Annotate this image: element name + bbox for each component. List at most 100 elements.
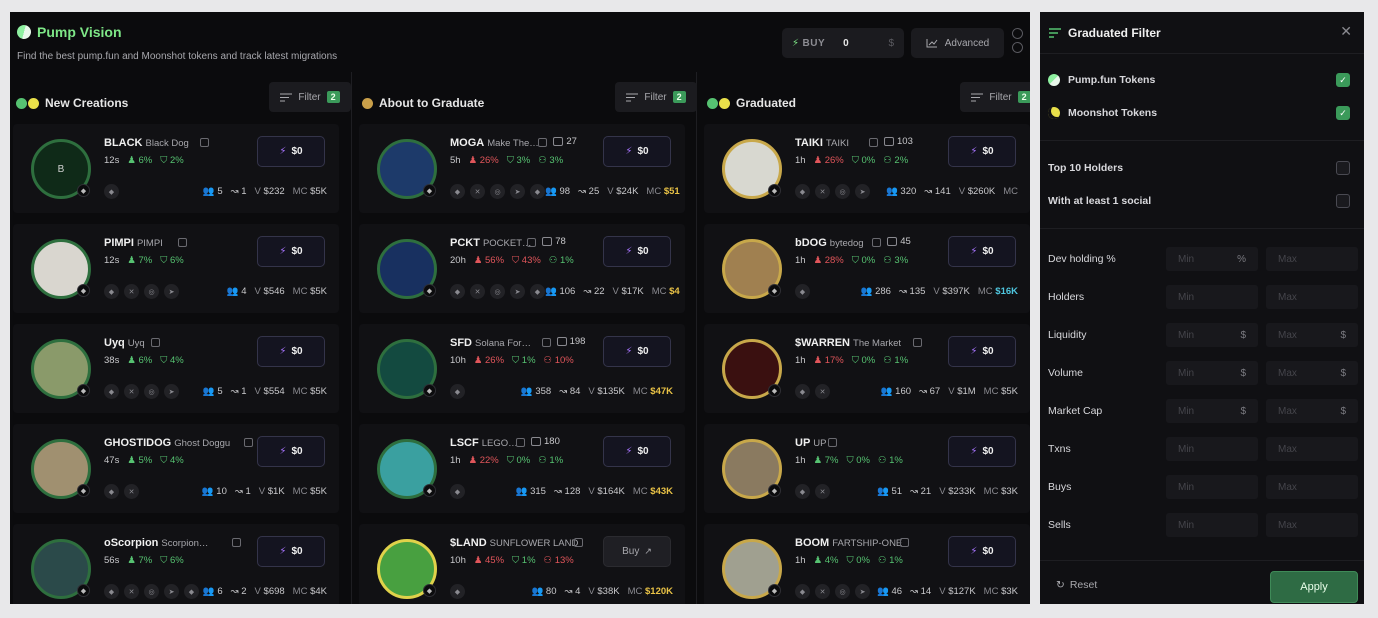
column-filter-button[interactable]: Filter 2 [615,82,697,112]
x-icon[interactable]: ✕ [124,584,139,599]
apply-button[interactable]: Apply [1270,571,1358,603]
range-min-input[interactable]: Min $ [1166,361,1258,385]
info-icon[interactable] [1012,42,1023,53]
token-card[interactable]: ◆ TAIKI TAIKI 103 1h ♟ 26% ⛉ 0% ⚇ 2% ◆ ✕ ◎ ➤… [704,124,1030,213]
quick-buy-button[interactable]: ⚡ $0 [603,236,671,267]
token-ticker[interactable]: MOGA Make The… [450,137,539,149]
token-ticker[interactable]: PCKT POCKET… [450,237,532,249]
range-min-input[interactable]: Min [1166,513,1258,537]
token-card[interactable]: ◆ LSCF LEGO… 180 1h ♟ 22% ⛉ 0% ⚇ 1% ◆ 👥 3… [359,424,685,513]
pump-icon[interactable]: ◆ [450,584,465,599]
x-icon[interactable]: ✕ [124,484,139,499]
quick-buy-button[interactable]: ⚡ $0 [948,136,1016,167]
token-ticker[interactable]: GHOSTIDOG Ghost Doggu [104,437,230,449]
telegram-icon[interactable]: ➤ [510,284,525,299]
top10-option[interactable]: Top 10 Holders [1048,158,1356,178]
quick-buy-button[interactable]: ⚡ $0 [603,436,671,467]
x-icon[interactable]: ✕ [815,584,830,599]
token-card[interactable]: ◆ MOGA Make The… 27 5h ♟ 26% ⛉ 3% ⚇ 3% ◆ ✕… [359,124,685,213]
quick-buy-button[interactable]: ⚡ $0 [257,136,325,167]
token-ticker[interactable]: BOOM FARTSHIP-ONE [795,537,902,549]
copy-icon[interactable] [913,338,922,347]
x-icon[interactable]: ✕ [470,284,485,299]
token-card[interactable]: ◆ $WARREN The Market 1h ♟ 17% ⛉ 0% ⚇ 1% ◆… [704,324,1030,413]
moonshot-tokens-option[interactable]: Moonshot Tokens ✓ [1048,103,1356,123]
copy-icon[interactable] [541,338,551,347]
token-ticker[interactable]: PIMPI PIMPI [104,237,163,249]
x-icon[interactable]: ✕ [815,384,830,399]
quick-buy-button[interactable]: ⚡ $0 [948,536,1016,567]
social-option[interactable]: With at least 1 social [1048,191,1356,211]
token-ticker[interactable]: SFD Solana For… [450,337,531,349]
x-icon[interactable]: ✕ [470,184,485,199]
quick-buy-button[interactable]: ⚡ $0 [257,536,325,567]
range-max-input[interactable]: Max [1266,285,1358,309]
pump-icon[interactable]: ◆ [795,384,810,399]
token-ticker[interactable]: $WARREN The Market [795,337,901,349]
x-icon[interactable]: ✕ [124,384,139,399]
website-icon[interactable]: ◎ [144,384,159,399]
quick-buy-button[interactable]: ⚡ $0 [948,336,1016,367]
pump-icon[interactable]: ◆ [450,384,465,399]
copy-icon[interactable] [869,138,878,147]
quick-buy-button[interactable]: ⚡ $0 [257,236,325,267]
copy-icon[interactable] [178,238,187,247]
range-max-input[interactable]: Max [1266,513,1358,537]
quick-buy-button[interactable]: ⚡ $0 [257,436,325,467]
pump-icon[interactable]: ◆ [795,284,810,299]
token-card[interactable]: ◆ SFD Solana For… 198 10h ♟ 26% ⛉ 1% ⚇ 10… [359,324,685,413]
range-max-input[interactable]: Max [1266,437,1358,461]
pump-icon[interactable]: ◆ [450,284,465,299]
buy-amount-input[interactable]: ⚡ BUY 0 $ [782,28,904,58]
token-card[interactable]: ◆ $LAND SUNFLOWER LAND 10h ♟ 45% ⛉ 1% ⚇ 1… [359,524,685,604]
telegram-icon[interactable]: ➤ [510,184,525,199]
x-icon[interactable]: ✕ [124,284,139,299]
token-card[interactable]: ◆ GHOSTIDOG Ghost Doggu 47s ♟ 5% ⛉ 4% ◆ ✕ … [13,424,339,513]
telegram-icon[interactable]: ➤ [164,584,179,599]
range-min-input[interactable]: Min $ [1166,399,1258,423]
website-icon[interactable]: ◎ [490,284,505,299]
range-min-input[interactable]: Min [1166,475,1258,499]
quick-buy-button[interactable]: ⚡ $0 [948,236,1016,267]
discord-icon[interactable]: ◆ [530,184,545,199]
advanced-button[interactable]: Advanced [911,28,1004,58]
quick-buy-button[interactable]: ⚡ $0 [603,336,671,367]
token-ticker[interactable]: $LAND SUNFLOWER LAND [450,537,578,549]
token-card[interactable]: ◆ PIMPI PIMPI 12s ♟ 7% ⛉ 6% ◆ ✕ ◎ ➤ 👥 4 V $5… [13,224,339,313]
pump-icon[interactable]: ◆ [104,384,119,399]
range-max-input[interactable]: Max $ [1266,361,1358,385]
copy-icon[interactable] [872,238,882,247]
telegram-icon[interactable]: ➤ [164,384,179,399]
copy-icon[interactable] [538,138,548,147]
quick-buy-button[interactable]: ⚡ $0 [603,136,671,167]
pump-icon[interactable]: ◆ [795,184,810,199]
token-ticker[interactable]: oScorpion Scorpion… [104,537,208,549]
discord-icon[interactable]: ◆ [184,584,199,599]
range-min-input[interactable]: Min [1166,285,1258,309]
column-filter-button[interactable]: Filter 2 [960,82,1030,112]
pump-icon[interactable]: ◆ [104,584,119,599]
copy-icon[interactable] [527,238,537,247]
copy-icon[interactable] [150,338,160,347]
quick-buy-button[interactable]: Buy ↗ [603,536,671,567]
copy-icon[interactable] [243,438,253,447]
website-icon[interactable]: ◎ [144,284,159,299]
token-card[interactable]: ◆ UP UP 1h ♟ 7% ⛉ 0% ⚇ 1% ◆ ✕ 👥 51 ↝ 21 V … [704,424,1030,513]
token-card[interactable]: B ◆ BLACK Black Dog 12s ♟ 6% ⛉ 2% ◆ 👥 5 ↝… [13,124,339,213]
close-icon[interactable]: ✕ [1340,23,1352,40]
range-min-input[interactable]: Min $ [1166,323,1258,347]
social-checkbox[interactable] [1336,194,1350,208]
telegram-icon[interactable]: ➤ [855,184,870,199]
x-icon[interactable]: ✕ [815,484,830,499]
telegram-icon[interactable]: ➤ [855,584,870,599]
copy-icon[interactable] [200,138,210,147]
column-filter-button[interactable]: Filter 2 [269,82,351,112]
token-ticker[interactable]: Uyq Uyq [104,337,145,349]
settings-icon[interactable] [1012,28,1023,39]
token-ticker[interactable]: UP UP [795,437,826,449]
pump-icon[interactable]: ◆ [450,184,465,199]
copy-icon[interactable] [828,438,838,447]
website-icon[interactable]: ◎ [835,584,850,599]
range-min-input[interactable]: Min% [1166,247,1258,271]
range-max-input[interactable]: Max [1266,247,1358,271]
